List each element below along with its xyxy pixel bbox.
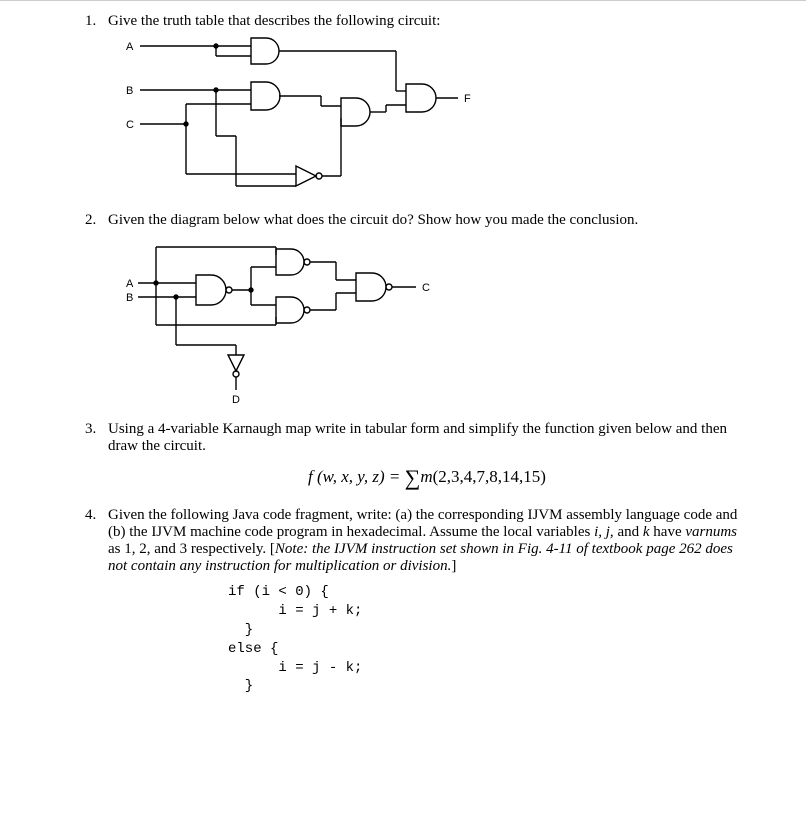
label-c: C <box>126 119 134 131</box>
label-b: B <box>126 85 133 97</box>
problem-3: Using a 4-variable Karnaugh map write in… <box>100 421 746 491</box>
q4-have: have <box>650 524 686 540</box>
q1-prompt: Give the truth table that describes the … <box>108 13 746 30</box>
problem-4: Given the following Java code fragment, … <box>100 507 746 696</box>
eq-args: (2,3,4,7,8,14,15) <box>433 467 546 486</box>
q1-circuit: A B C <box>126 36 746 196</box>
q4-close: ] <box>451 558 456 574</box>
q4-varnums: varnums <box>685 524 737 540</box>
q4-prompt: Given the following Java code fragment, … <box>108 507 746 575</box>
q2-prompt: Given the diagram below what does the ci… <box>108 212 746 229</box>
label-a: A <box>126 41 134 53</box>
q4-vars-ij: i, j, <box>594 524 614 540</box>
label-b2: B <box>126 292 133 304</box>
label-d2: D <box>232 394 240 405</box>
sigma-icon: ∑ <box>405 465 421 490</box>
label-f: F <box>464 93 471 105</box>
q2-circuit: A B <box>126 235 746 405</box>
problem-set-page: Give the truth table that describes the … <box>0 0 806 696</box>
eq-m: m <box>420 467 432 486</box>
q4-var-k: k <box>643 524 650 540</box>
problem-2: Given the diagram below what does the ci… <box>100 212 746 405</box>
label-c2: C <box>422 282 430 294</box>
q4-and: and <box>614 524 643 540</box>
q3-prompt: Using a 4-variable Karnaugh map write in… <box>108 421 746 455</box>
label-a2: A <box>126 278 134 290</box>
eq-func: f (w, x, y, z) = <box>308 467 405 486</box>
problems-list: Give the truth table that describes the … <box>80 13 746 696</box>
q3-equation: f (w, x, y, z) = ∑m(2,3,4,7,8,14,15) <box>108 465 746 491</box>
problem-1: Give the truth table that describes the … <box>100 13 746 196</box>
q4-as123: as 1, 2, and 3 respectively. [ <box>108 541 275 557</box>
q4-code: if (i < 0) { i = j + k; } else { i = j -… <box>228 583 746 696</box>
